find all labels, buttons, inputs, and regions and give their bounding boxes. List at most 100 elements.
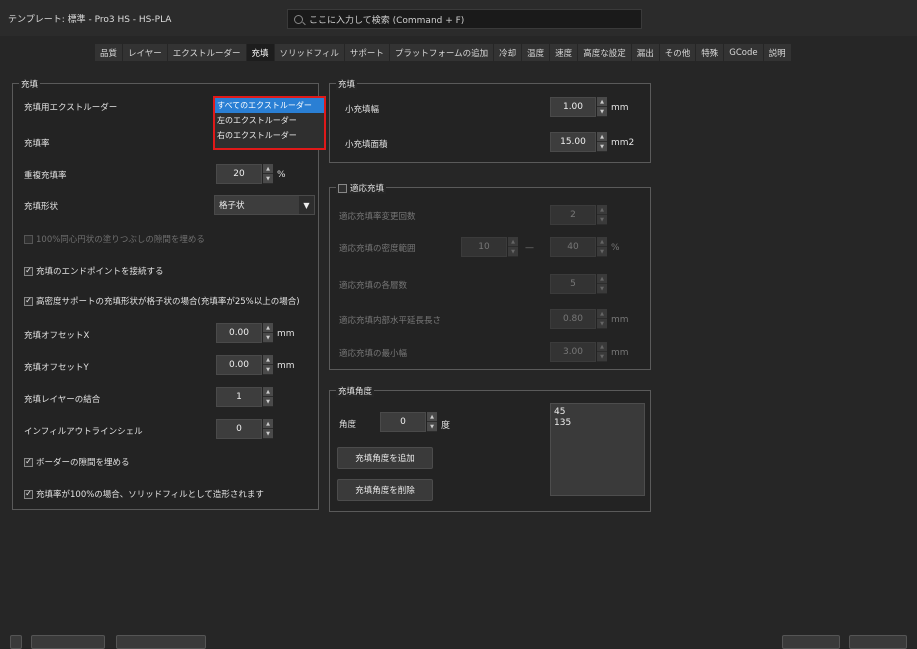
- tab-speed[interactable]: 速度: [550, 44, 579, 61]
- up-arrow-icon[interactable]: ▲: [263, 419, 273, 429]
- adaptive-horiz-length-stepper[interactable]: ▲ ▼: [597, 309, 607, 329]
- combine-layers-input[interactable]: 1: [216, 387, 262, 407]
- tab-advanced[interactable]: 高度な設定: [578, 44, 632, 61]
- up-arrow-icon[interactable]: ▲: [597, 274, 607, 284]
- offset-x-stepper[interactable]: ▲ ▼: [263, 323, 273, 343]
- dense-support-checkbox[interactable]: ✓ 高密度サポートの充填形状が格子状の場合(充填率が25%以上の場合): [24, 295, 300, 307]
- dropdown-option-all[interactable]: すべてのエクストルーダー: [215, 98, 324, 113]
- combine-layers-stepper[interactable]: ▲ ▼: [263, 387, 273, 407]
- adaptive-infill-checkbox[interactable]: 適応充填: [336, 182, 387, 194]
- up-arrow-icon[interactable]: ▲: [427, 412, 437, 422]
- overlap-stepper[interactable]: ▲ ▼: [263, 164, 273, 184]
- down-arrow-icon[interactable]: ▼: [597, 142, 607, 152]
- min-width-stepper[interactable]: ▲ ▼: [597, 97, 607, 117]
- offset-y-stepper[interactable]: ▲ ▼: [263, 355, 273, 375]
- outline-shells-stepper[interactable]: ▲ ▼: [263, 419, 273, 439]
- up-arrow-icon[interactable]: ▲: [263, 355, 273, 365]
- angle-list[interactable]: 45 135: [550, 403, 645, 496]
- down-arrow-icon[interactable]: ▼: [263, 429, 273, 439]
- solid-at-100-checkbox[interactable]: ✓ 充填率が100%の場合、ソリッドフィルとして造形されます: [24, 488, 264, 500]
- min-area-unit: mm2: [611, 138, 635, 148]
- pattern-select[interactable]: 格子状 ▼: [214, 195, 315, 215]
- add-angle-button[interactable]: 充填角度を追加: [337, 447, 433, 469]
- dropdown-option-left[interactable]: 左のエクストルーダー: [215, 113, 324, 128]
- offset-y-input[interactable]: 0.00: [216, 355, 262, 375]
- tab-solid-fill[interactable]: ソリッドフィル: [274, 44, 345, 61]
- down-arrow-icon[interactable]: ▼: [508, 247, 518, 257]
- footer-bar: [0, 632, 917, 649]
- up-arrow-icon[interactable]: ▲: [508, 237, 518, 247]
- adaptive-density-min-input[interactable]: 10: [461, 237, 507, 257]
- adaptive-density-max-input[interactable]: 40: [550, 237, 596, 257]
- adaptive-min-width-input[interactable]: 3.00: [550, 342, 596, 362]
- search-input[interactable]: ここに入力して検索 (Command + F): [287, 9, 642, 29]
- up-arrow-icon[interactable]: ▲: [263, 164, 273, 174]
- dropdown-option-right[interactable]: 右のエクストルーダー: [215, 128, 324, 143]
- tab-temperature[interactable]: 温度: [522, 44, 551, 61]
- down-arrow-icon[interactable]: ▼: [263, 174, 273, 184]
- tab-support[interactable]: サポート: [344, 44, 390, 61]
- tab-extruder[interactable]: エクストルーダー: [167, 44, 247, 61]
- help-button[interactable]: [10, 635, 22, 649]
- down-arrow-icon[interactable]: ▼: [597, 352, 607, 362]
- list-item[interactable]: 135: [554, 418, 641, 429]
- min-area-input[interactable]: 15.00: [550, 132, 596, 152]
- checkbox-label: 100%同心円状の塗りつぶしの隙間を埋める: [36, 235, 205, 245]
- up-arrow-icon[interactable]: ▲: [597, 309, 607, 319]
- tab-quality[interactable]: 品質: [95, 44, 124, 61]
- min-area-stepper[interactable]: ▲ ▼: [597, 132, 607, 152]
- down-arrow-icon[interactable]: ▼: [263, 365, 273, 375]
- down-arrow-icon[interactable]: ▼: [597, 215, 607, 225]
- down-arrow-icon[interactable]: ▼: [263, 333, 273, 343]
- footer-button-left-1[interactable]: [31, 635, 105, 649]
- adaptive-change-count-stepper[interactable]: ▲ ▼: [597, 205, 607, 225]
- min-width-input[interactable]: 1.00: [550, 97, 596, 117]
- tab-other[interactable]: その他: [659, 44, 697, 61]
- adaptive-change-count-input[interactable]: 2: [550, 205, 596, 225]
- cancel-button[interactable]: [782, 635, 840, 649]
- tab-description[interactable]: 説明: [763, 44, 792, 61]
- outline-shells-input[interactable]: 0: [216, 419, 262, 439]
- adaptive-density-min-stepper[interactable]: ▲ ▼: [508, 237, 518, 257]
- adaptive-min-width-stepper[interactable]: ▲ ▼: [597, 342, 607, 362]
- angle-stepper[interactable]: ▲ ▼: [427, 412, 437, 432]
- adaptive-layers-input[interactable]: 5: [550, 274, 596, 294]
- adaptive-density-max-stepper[interactable]: ▲ ▼: [597, 237, 607, 257]
- down-arrow-icon[interactable]: ▼: [597, 284, 607, 294]
- up-arrow-icon[interactable]: ▲: [263, 323, 273, 333]
- min-width-label: 小充填幅: [345, 105, 380, 115]
- tab-layer[interactable]: レイヤー: [123, 44, 168, 61]
- up-arrow-icon[interactable]: ▲: [597, 237, 607, 247]
- tab-gcode[interactable]: GCode: [724, 44, 764, 61]
- tab-cooling[interactable]: 冷却: [494, 44, 523, 61]
- up-arrow-icon[interactable]: ▲: [597, 132, 607, 142]
- up-arrow-icon[interactable]: ▲: [597, 342, 607, 352]
- adaptive-horiz-length-input[interactable]: 0.80: [550, 309, 596, 329]
- down-arrow-icon[interactable]: ▼: [597, 107, 607, 117]
- remove-angle-button[interactable]: 充填角度を削除: [337, 479, 433, 501]
- down-arrow-icon[interactable]: ▼: [427, 422, 437, 432]
- up-arrow-icon[interactable]: ▲: [597, 205, 607, 215]
- connect-endpoints-checkbox[interactable]: ✓ 充填のエンドポイントを接続する: [24, 265, 164, 277]
- tab-platform[interactable]: プラットフォームの追加: [389, 44, 495, 61]
- down-arrow-icon[interactable]: ▼: [597, 319, 607, 329]
- offset-x-unit: mm: [277, 329, 295, 339]
- fill-gaps-concentric-checkbox[interactable]: 100%同心円状の塗りつぶしの隙間を埋める: [24, 233, 205, 245]
- down-arrow-icon[interactable]: ▼: [597, 247, 607, 257]
- footer-button-left-2[interactable]: [116, 635, 206, 649]
- tab-ooze[interactable]: 漏出: [631, 44, 660, 61]
- border-gaps-checkbox[interactable]: ✓ ボーダーの隙間を埋める: [24, 456, 130, 468]
- overlap-input[interactable]: 20: [216, 164, 262, 184]
- list-item[interactable]: 45: [554, 407, 641, 418]
- offset-x-input[interactable]: 0.00: [216, 323, 262, 343]
- up-arrow-icon[interactable]: ▲: [597, 97, 607, 107]
- tab-special[interactable]: 特殊: [696, 44, 725, 61]
- ok-button[interactable]: [849, 635, 907, 649]
- angle-input[interactable]: 0: [380, 412, 426, 432]
- tab-infill[interactable]: 充填: [246, 44, 275, 61]
- adaptive-layers-stepper[interactable]: ▲ ▼: [597, 274, 607, 294]
- checkbox-box: [24, 234, 33, 244]
- extruder-dropdown[interactable]: すべてのエクストルーダー 左のエクストルーダー 右のエクストルーダー: [213, 96, 326, 150]
- down-arrow-icon[interactable]: ▼: [263, 397, 273, 407]
- up-arrow-icon[interactable]: ▲: [263, 387, 273, 397]
